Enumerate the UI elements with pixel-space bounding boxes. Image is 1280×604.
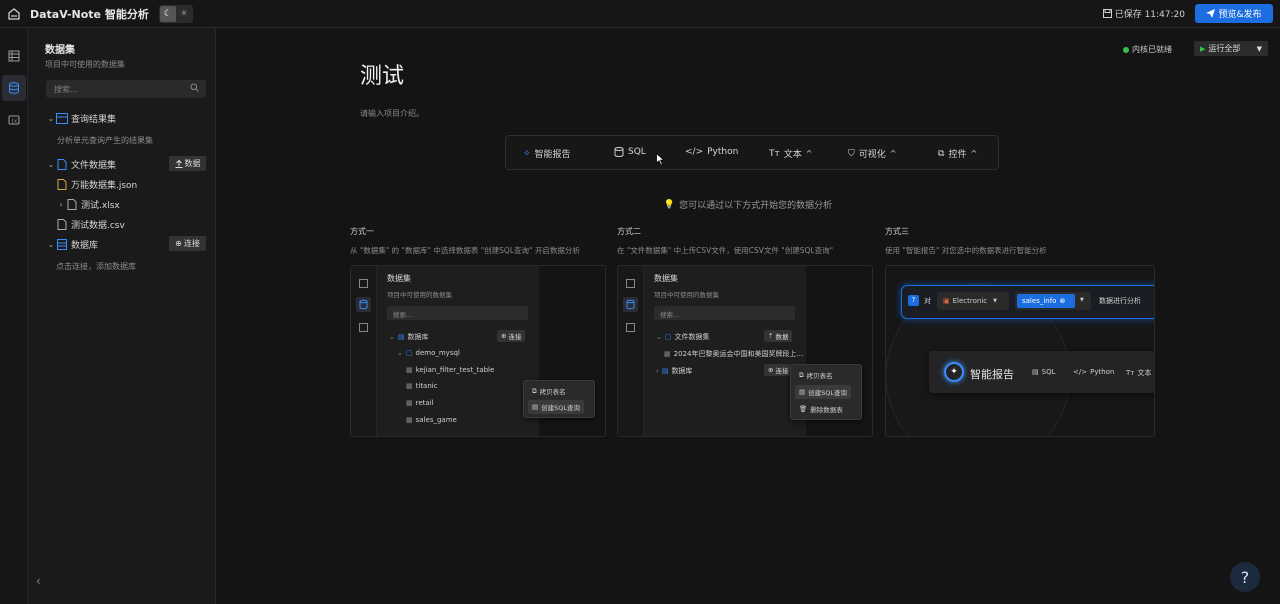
search-icon bbox=[190, 83, 199, 92]
way-three-preview: ? 对 ▣ Electronic ▼ sales_info ⊗ ▼ 数据进行分析 ✦ … bbox=[885, 265, 1155, 437]
database-icon bbox=[57, 238, 67, 250]
dataset-sidebar: 数据集 项目中可使用的数据集 搜索... ⌄ 查询结果集 分析单元查询产生的结果… bbox=[28, 28, 216, 604]
document-title[interactable]: 测试 bbox=[360, 58, 404, 90]
widget-button[interactable]: ⧉ 控件 ^ bbox=[938, 147, 978, 161]
way-one-preview: 数据集 项目中可使用的数据集 搜索... ⌄ ▤ 数据库 ⊕ 连接 ⌄ ▢ demo_my… bbox=[350, 265, 606, 437]
widget-icon: ⧉ bbox=[938, 148, 945, 159]
magic-wand-icon: ✧ bbox=[523, 148, 531, 159]
variables-icon bbox=[359, 323, 368, 332]
json-file-icon bbox=[57, 178, 67, 190]
chevron-down-icon[interactable]: ⌄ bbox=[46, 160, 56, 169]
sidebar-subtitle: 项目中可使用的数据集 bbox=[45, 60, 125, 69]
tree-query-results[interactable]: ⌄ 查询结果集 bbox=[28, 108, 216, 128]
upload-icon bbox=[175, 159, 182, 168]
text-icon: Tт bbox=[769, 148, 780, 159]
csv-file-icon bbox=[57, 218, 67, 230]
publish-button[interactable]: 预览&发布 bbox=[1195, 4, 1273, 23]
top-bar: DataV-Note 智能分析 ☾ ☀ 已保存 11:47:20 预览&发布 bbox=[0, 0, 1280, 28]
main-canvas: 内核已就绪 ▶ 运行全部 ▼ 测试 请输入项目介绍。 ✧ 智能报告 SQL </… bbox=[216, 28, 1280, 604]
python-button[interactable]: </> Python bbox=[685, 147, 738, 157]
chevron-up-icon: ^ bbox=[889, 149, 897, 158]
mouse-cursor-icon bbox=[656, 153, 665, 166]
insert-cell-toolbar: ✧ 智能报告 SQL </> Python Tт 文本 ^ ⛉ 可视化 ^ ⧉ … bbox=[505, 135, 999, 170]
saved-status: 已保存 11:47:20 bbox=[1102, 7, 1185, 20]
icon-bar: {x} bbox=[0, 28, 28, 604]
dataset-search-input[interactable]: 搜索... bbox=[46, 80, 206, 98]
way-two: 方式二 在 "文件数据集" 中上传CSV文件，使用CSV文件 "创建SQL查询" bbox=[617, 227, 834, 255]
connect-database-button[interactable]: ⊕ 连接 bbox=[169, 236, 206, 251]
svg-text:{x}: {x} bbox=[11, 119, 20, 125]
way-one: 方式一 从 "数据集" 的 "数据库" 中选择数据表 "创建SQL查询" 开启数… bbox=[350, 227, 580, 255]
start-hint: 💡 您可以通过以下方式开始您的数据分析 bbox=[663, 199, 833, 212]
visualize-button[interactable]: ⛉ 可视化 ^ bbox=[848, 147, 897, 161]
chevron-up-icon: ^ bbox=[970, 149, 978, 158]
smart-report-button[interactable]: ✧ 智能报告 bbox=[523, 147, 571, 161]
table-icon bbox=[56, 112, 68, 124]
way-two-preview: 数据集 项目中可使用的数据集 搜索... ⌄ ▢ 文件数据集 ⇡ 数据 ▦ 2024年巴… bbox=[617, 265, 873, 437]
database-icon bbox=[614, 147, 624, 157]
chevron-right-icon[interactable]: › bbox=[56, 200, 66, 209]
databases-note: 点击连接，添加数据库 bbox=[56, 261, 136, 271]
database-icon bbox=[623, 297, 638, 312]
file-item[interactable]: 万能数据集.json bbox=[28, 174, 216, 194]
home-icon[interactable] bbox=[0, 0, 28, 28]
file-item[interactable]: 测试数据.csv bbox=[28, 214, 216, 234]
variables-icon bbox=[626, 323, 635, 332]
send-icon bbox=[1206, 9, 1216, 18]
outline-icon bbox=[626, 279, 635, 288]
moon-icon[interactable]: ☾ bbox=[159, 5, 176, 22]
lightbulb-icon: 💡 bbox=[663, 199, 676, 210]
chevron-down-icon[interactable]: ⌄ bbox=[46, 240, 56, 249]
app-title: DataV-Note 智能分析 bbox=[30, 7, 149, 21]
status-dot-icon bbox=[1123, 46, 1129, 53]
sql-button[interactable]: SQL bbox=[614, 147, 646, 157]
plus-circle-icon: ⊕ bbox=[175, 239, 182, 248]
query-results-note: 分析单元查询产生的结果集 bbox=[57, 135, 153, 145]
sidebar-title: 数据集 bbox=[45, 45, 75, 56]
upload-data-button[interactable]: 数据 bbox=[169, 156, 206, 171]
chevron-up-icon: ^ bbox=[805, 149, 813, 158]
chevron-down-icon[interactable]: ⌄ bbox=[46, 114, 56, 123]
file-item[interactable]: › 测试.xlsx bbox=[28, 194, 216, 214]
theme-toggle[interactable]: ☾ ☀ bbox=[158, 4, 193, 23]
variables-icon[interactable]: {x} bbox=[2, 107, 26, 133]
code-icon: </> bbox=[685, 147, 704, 157]
file-icon bbox=[57, 158, 67, 170]
kernel-status: 内核已就绪 bbox=[1123, 44, 1172, 55]
run-all-button[interactable]: ▶ 运行全部 ▼ bbox=[1194, 41, 1268, 56]
text-button[interactable]: Tт 文本 ^ bbox=[769, 147, 813, 161]
way-three: 方式三 使用 "智能报告" 对您选中的数据表进行智能分析 bbox=[885, 227, 1047, 255]
outline-icon[interactable] bbox=[2, 43, 26, 69]
database-icon bbox=[356, 297, 371, 312]
chevron-down-icon[interactable]: ▼ bbox=[1257, 45, 1262, 53]
help-button[interactable]: ? bbox=[1230, 562, 1260, 592]
save-icon bbox=[1102, 9, 1112, 18]
play-icon: ▶ bbox=[1200, 44, 1206, 53]
chart-icon: ⛉ bbox=[848, 148, 855, 159]
collapse-sidebar-icon[interactable]: ‹ bbox=[36, 574, 41, 588]
sun-icon[interactable]: ☀ bbox=[176, 6, 192, 22]
excel-file-icon bbox=[67, 198, 77, 210]
document-description[interactable]: 请输入项目介绍。 bbox=[360, 108, 424, 119]
database-icon[interactable] bbox=[2, 75, 26, 101]
outline-icon bbox=[359, 279, 368, 288]
